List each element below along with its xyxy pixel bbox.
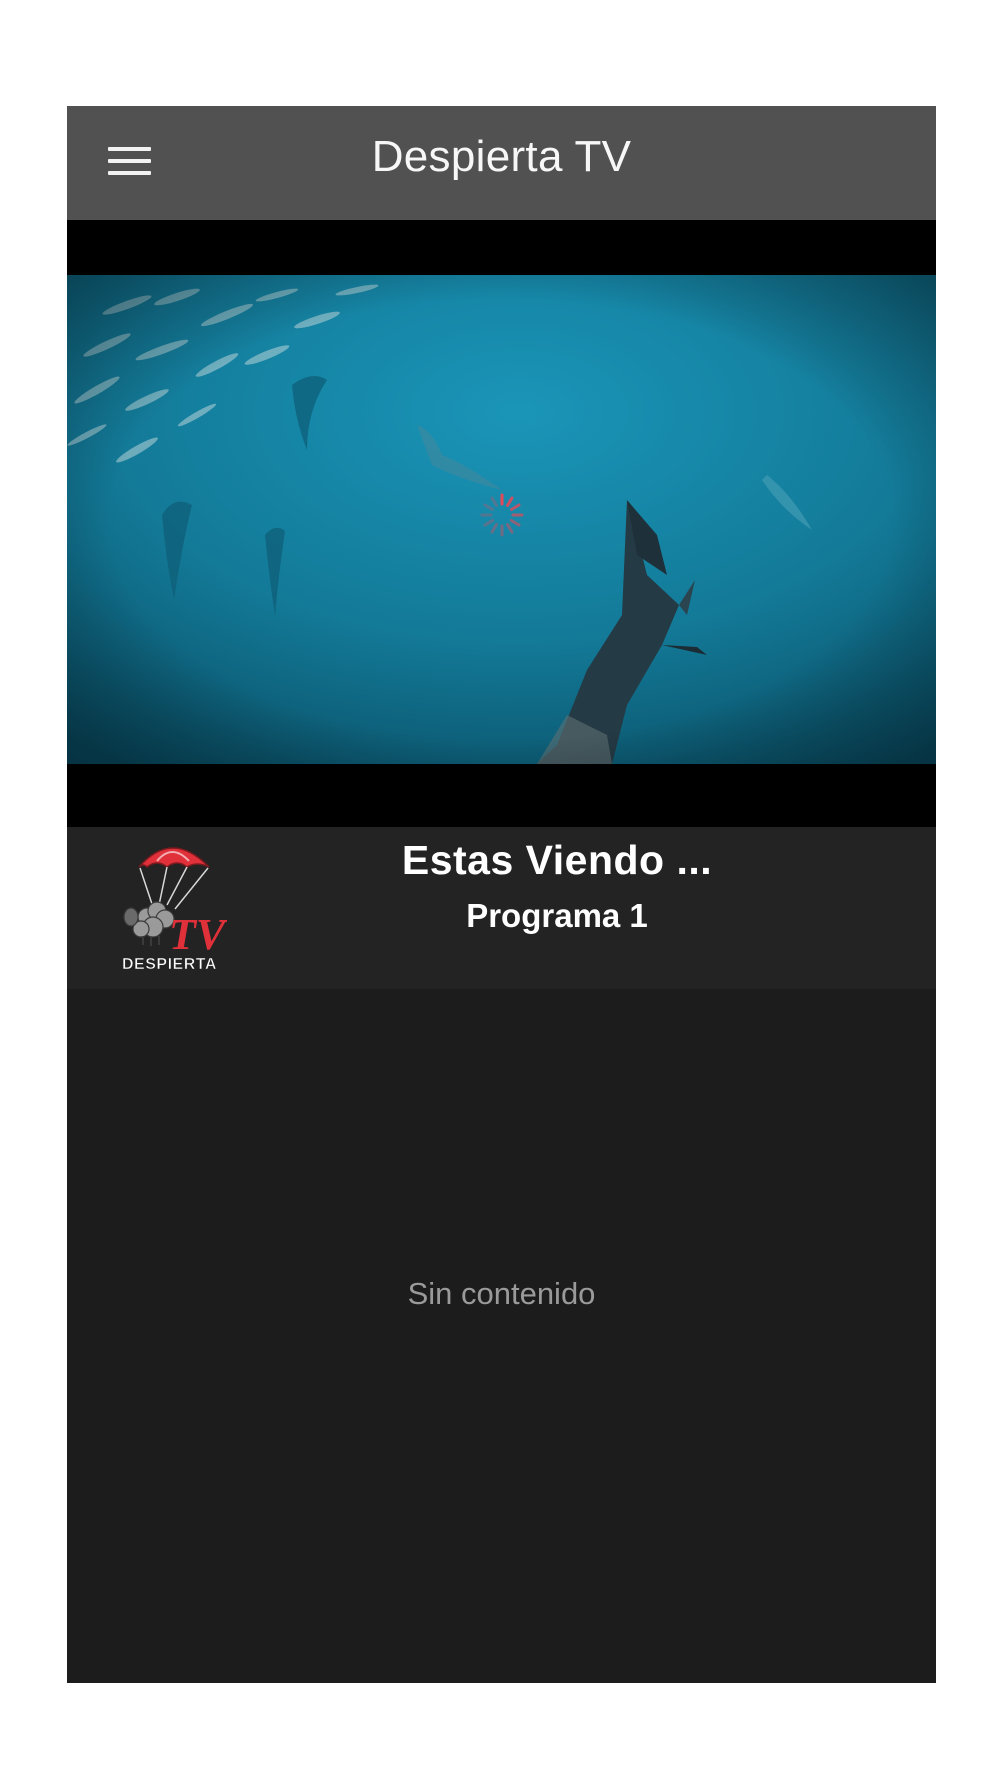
app-screen: Despierta TV TV DESPIERTA Estas Viendo .…: [67, 106, 936, 1683]
svg-text:TV: TV: [169, 910, 227, 959]
despierta-tv-logo: TV DESPIERTA: [117, 837, 229, 977]
now-playing-heading: Estas Viendo ...: [401, 837, 713, 883]
empty-state-message: Sin contenido: [407, 1276, 596, 1311]
app-bar: Despierta TV: [67, 106, 936, 220]
video-still: [67, 275, 936, 764]
app-title: Despierta TV: [371, 132, 632, 181]
program-name: Programa 1: [466, 897, 648, 934]
video-player[interactable]: [67, 220, 936, 827]
svg-text:DESPIERTA: DESPIERTA: [122, 956, 217, 973]
video-frame[interactable]: [67, 275, 936, 764]
now-playing-bar: TV DESPIERTA Estas Viendo ... Programa 1: [67, 827, 936, 989]
hamburger-menu-icon[interactable]: [97, 139, 155, 187]
